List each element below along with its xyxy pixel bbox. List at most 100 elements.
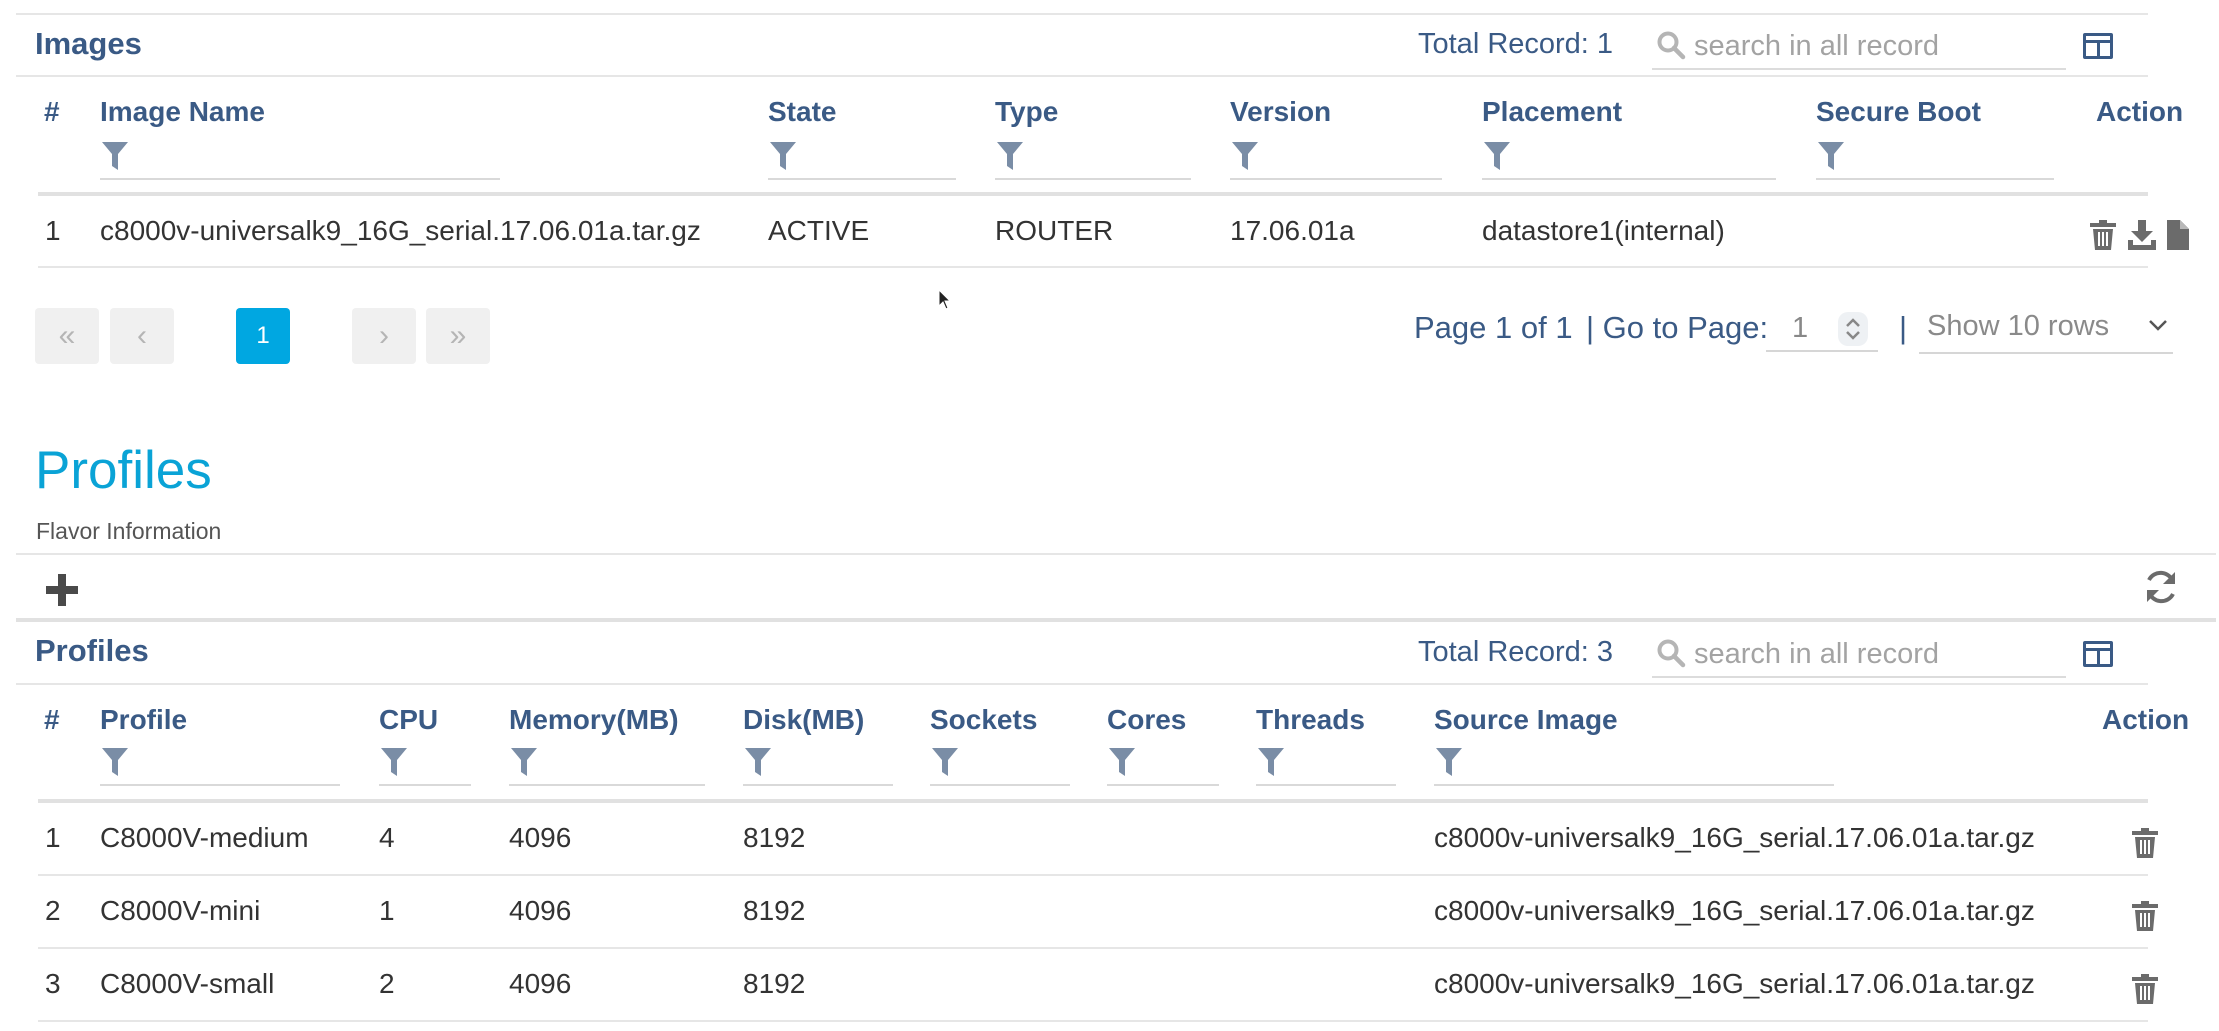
- columns-icon[interactable]: [2083, 33, 2113, 59]
- images-title: Images: [35, 26, 142, 61]
- filter-icon: [1258, 748, 1284, 776]
- trash-icon[interactable]: [2132, 901, 2158, 931]
- type-filter[interactable]: [995, 138, 1191, 180]
- profiles-table-title: Profiles: [35, 633, 149, 668]
- profiles-header-divider: [16, 683, 2148, 685]
- page-info: Page 1 of 1: [1414, 310, 1573, 345]
- row-divider: [38, 947, 2148, 949]
- cell-number: 1: [45, 822, 61, 853]
- image-name-filter[interactable]: [100, 138, 500, 180]
- col-sockets[interactable]: Sockets: [930, 704, 1037, 736]
- trash-icon[interactable]: [2132, 828, 2158, 858]
- cell-disk: 8192: [743, 968, 806, 999]
- cell-image-name: c8000v-universalk9_16G_serial.17.06.01a.…: [100, 215, 701, 246]
- images-total-record: Total Record: 1: [1418, 28, 1614, 60]
- cell-disk: 8192: [743, 822, 806, 853]
- cell-cpu: 4: [379, 822, 395, 853]
- row-divider: [38, 874, 2148, 876]
- filter-icon: [997, 142, 1023, 170]
- cell-state: ACTIVE: [768, 215, 870, 246]
- col-memory[interactable]: Memory(MB): [509, 704, 679, 736]
- cell-profile: C8000V-mini: [100, 895, 261, 926]
- filter-icon: [1818, 142, 1844, 170]
- first-page-button[interactable]: «: [35, 308, 99, 364]
- col-cpu[interactable]: CPU: [379, 704, 438, 736]
- cell-source-image: c8000v-universalk9_16G_serial.17.06.01a.…: [1434, 895, 2035, 926]
- cell-placement: datastore1(internal): [1482, 215, 1725, 246]
- cell-number: 1: [45, 215, 61, 246]
- disk-filter[interactable]: [743, 744, 893, 786]
- col-action: Action: [2102, 704, 2190, 735]
- filter-icon: [381, 748, 407, 776]
- stepper-icon[interactable]: [1838, 312, 1868, 346]
- images-table-header-border: [38, 192, 2148, 196]
- images-header-divider: [16, 75, 2148, 77]
- cell-disk: 8192: [743, 895, 806, 926]
- col-cores[interactable]: Cores: [1107, 704, 1186, 736]
- search-placeholder: search in all record: [1694, 638, 1939, 670]
- filter-icon: [1436, 748, 1462, 776]
- col-source-image[interactable]: Source Image: [1434, 704, 1618, 736]
- rows-per-page-value: Show 10 rows: [1927, 310, 2110, 342]
- cell-profile: C8000V-medium: [100, 822, 309, 853]
- col-placement[interactable]: Placement: [1482, 96, 1622, 128]
- pagination-separator: |: [1899, 310, 1908, 345]
- filter-icon: [1109, 748, 1135, 776]
- prev-page-button[interactable]: ‹: [110, 308, 174, 364]
- cell-cpu: 1: [379, 895, 395, 926]
- search-placeholder: search in all record: [1694, 30, 1939, 62]
- toolbar-divider: [16, 618, 2216, 622]
- cell-memory: 4096: [509, 895, 572, 926]
- profiles-total-record: Total Record: 3: [1418, 636, 1614, 668]
- cell-profile: C8000V-small: [100, 968, 275, 999]
- cell-number: 3: [45, 968, 61, 999]
- col-state[interactable]: State: [768, 96, 836, 128]
- cell-type: ROUTER: [995, 215, 1114, 246]
- cell-memory: 4096: [509, 968, 572, 999]
- trash-icon[interactable]: [2132, 974, 2158, 1004]
- col-image-name[interactable]: Image Name: [100, 96, 265, 128]
- filter-icon: [1484, 142, 1510, 170]
- col-profile[interactable]: Profile: [100, 704, 187, 736]
- state-filter[interactable]: [768, 138, 956, 180]
- images-search-input[interactable]: search in all record: [1652, 22, 2066, 70]
- source-image-filter[interactable]: [1434, 744, 1834, 786]
- col-secure-boot[interactable]: Secure Boot: [1816, 96, 1981, 128]
- file-icon[interactable]: [2167, 220, 2189, 250]
- profile-filter[interactable]: [100, 744, 340, 786]
- col-type[interactable]: Type: [995, 96, 1058, 128]
- go-to-page-input[interactable]: 1: [1766, 310, 1878, 352]
- columns-icon[interactable]: [2083, 641, 2113, 667]
- col-version[interactable]: Version: [1230, 96, 1331, 128]
- search-icon: [1657, 639, 1686, 668]
- col-threads[interactable]: Threads: [1256, 704, 1365, 736]
- cores-filter[interactable]: [1107, 744, 1219, 786]
- col-disk[interactable]: Disk(MB): [743, 704, 864, 736]
- page-title: Profiles: [35, 441, 212, 500]
- memory-filter[interactable]: [509, 744, 705, 786]
- page-subtitle: Flavor Information: [36, 518, 222, 544]
- last-page-button[interactable]: »: [426, 308, 490, 364]
- download-icon[interactable]: [2128, 220, 2156, 250]
- col-action: Action: [2096, 96, 2184, 127]
- secure-boot-filter[interactable]: [1816, 138, 2054, 180]
- filter-icon: [770, 142, 796, 170]
- version-filter[interactable]: [1230, 138, 1442, 180]
- col-number: #: [44, 704, 60, 735]
- plus-icon[interactable]: [46, 574, 78, 606]
- trash-icon[interactable]: [2090, 220, 2116, 250]
- chevron-down-icon: [2149, 320, 2167, 331]
- cell-source-image: c8000v-universalk9_16G_serial.17.06.01a.…: [1434, 968, 2035, 999]
- threads-filter[interactable]: [1256, 744, 1396, 786]
- cell-number: 2: [45, 895, 61, 926]
- sockets-filter[interactable]: [930, 744, 1070, 786]
- profiles-search-input[interactable]: search in all record: [1652, 630, 2066, 678]
- cpu-filter[interactable]: [379, 744, 471, 786]
- placement-filter[interactable]: [1482, 138, 1776, 180]
- page-1-button[interactable]: 1: [236, 308, 290, 364]
- filter-icon: [745, 748, 771, 776]
- refresh-icon[interactable]: [2142, 568, 2180, 606]
- go-to-page-label: | Go to Page:: [1586, 310, 1769, 345]
- next-page-button[interactable]: ›: [352, 308, 416, 364]
- rows-per-page-select[interactable]: Show 10 rows: [1919, 306, 2173, 354]
